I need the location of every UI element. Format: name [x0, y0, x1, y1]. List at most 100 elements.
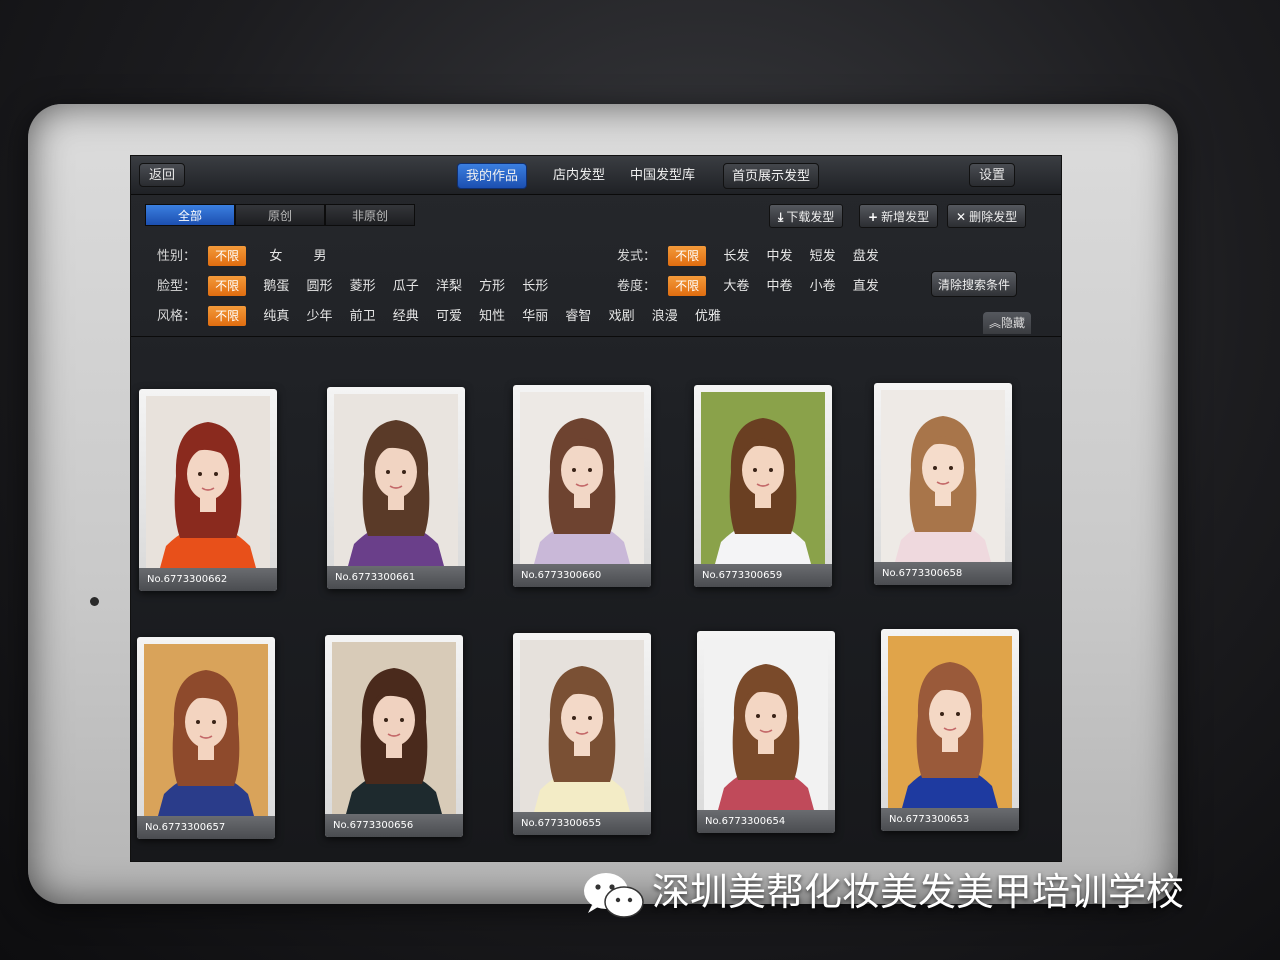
portrait-image [520, 392, 644, 564]
hairstyle-card[interactable]: No.6773300654 [697, 631, 835, 833]
segment-bar: 全部 原创 非原创 ⤓ 下载发型 + 新增发型 ✕ 删除发型 [131, 196, 1061, 234]
hairstyle-id-label: No.6773300659 [694, 564, 832, 587]
portrait-image [144, 644, 268, 816]
hairstyle-card[interactable]: No.6773300659 [694, 385, 832, 587]
hairstyle-id-label: No.6773300654 [697, 810, 835, 833]
filter-row-style: 风格： 不限 纯真 少年 前卫 经典 可爱 知性 华丽 睿智 戏剧 浪漫 优雅 [157, 306, 734, 326]
segment-all[interactable]: 全部 [145, 204, 235, 226]
filter-option[interactable]: 不限 [668, 276, 707, 296]
portrait-image [704, 638, 828, 810]
clear-filters-button[interactable]: 清除搜索条件 [931, 271, 1018, 297]
filter-option[interactable]: 长形 [522, 277, 548, 297]
hairstyle-id-label: No.6773300661 [327, 566, 465, 589]
hairstyle-card[interactable]: No.6773300660 [513, 385, 651, 587]
portrait-image [334, 394, 458, 566]
filter-option[interactable]: 直发 [853, 277, 879, 297]
filter-option[interactable]: 优雅 [695, 307, 721, 327]
filter-option[interactable]: 圆形 [306, 277, 332, 297]
tab-store-styles[interactable]: 店内发型 [545, 163, 613, 189]
filter-option[interactable]: 浪漫 [652, 307, 678, 327]
portrait-image [520, 640, 644, 812]
hairstyle-photo [146, 396, 270, 568]
filter-option[interactable]: 华丽 [522, 307, 548, 327]
tab-china-library[interactable]: 中国发型库 [622, 163, 703, 189]
wechat-icon [584, 872, 644, 918]
portrait-image [146, 396, 270, 568]
filter-option[interactable]: 洋梨 [436, 277, 462, 297]
back-button[interactable]: 返回 [139, 163, 186, 187]
hairstyle-id-label: No.6773300655 [513, 812, 651, 835]
app-screen: 返回 我的作品 店内发型 中国发型库 首页展示发型 设置 全部 原创 非原创 ⤓… [130, 155, 1062, 862]
filter-option[interactable]: 经典 [393, 307, 419, 327]
hairstyle-photo [144, 644, 268, 816]
filter-option[interactable]: 大卷 [723, 277, 749, 297]
hairstyle-id-label: No.6773300656 [325, 814, 463, 837]
hairstyle-id-label: No.6773300660 [513, 564, 651, 587]
portrait-image [881, 390, 1005, 562]
filter-option[interactable]: 中发 [766, 247, 792, 267]
tab-home-display[interactable]: 首页展示发型 [723, 163, 820, 189]
settings-button[interactable]: 设置 [969, 163, 1016, 187]
hairstyle-card[interactable]: No.6773300657 [137, 637, 275, 839]
tab-my-works[interactable]: 我的作品 [457, 163, 528, 189]
filter-row-hair: 发式： 不限 长发 中发 短发 盘发 [617, 246, 892, 266]
hairstyle-photo [701, 392, 825, 564]
segment-non-original[interactable]: 非原创 [325, 204, 415, 226]
hairstyle-id-label: No.6773300653 [881, 808, 1019, 831]
watermark: 深圳美帮化妆美发美甲培训学校 [580, 862, 1184, 922]
portrait-image [888, 636, 1012, 808]
hairstyle-photo [334, 394, 458, 566]
segment-original[interactable]: 原创 [235, 204, 325, 226]
hairstyle-card[interactable]: No.6773300658 [874, 383, 1012, 585]
filter-row-face: 脸型： 不限 鹅蛋 圆形 菱形 瓜子 洋梨 方形 长形 [157, 276, 561, 296]
filter-option[interactable]: 方形 [479, 277, 505, 297]
filter-row-gender: 性别： 不限 女 男 [157, 246, 339, 266]
filter-option[interactable]: 男 [313, 247, 326, 267]
chevron-up-icon: ︽ [989, 316, 1002, 330]
filter-option[interactable]: 前卫 [350, 307, 376, 327]
hide-filters-button[interactable]: ︽隐藏 [983, 312, 1032, 334]
delete-style-button[interactable]: ✕ 删除发型 [947, 204, 1027, 228]
hairstyle-card[interactable]: No.6773300653 [881, 629, 1019, 831]
hairstyle-card[interactable]: No.6773300662 [139, 389, 277, 591]
hairstyle-card[interactable]: No.6773300656 [325, 635, 463, 837]
filter-option[interactable]: 知性 [479, 307, 505, 327]
filter-option[interactable]: 短发 [810, 247, 836, 267]
filter-option[interactable]: 小卷 [810, 277, 836, 297]
hairstyle-photo [888, 636, 1012, 808]
top-nav-bar: 返回 我的作品 店内发型 中国发型库 首页展示发型 设置 [131, 156, 1061, 195]
filter-option[interactable]: 瓜子 [393, 277, 419, 297]
close-icon: ✕ [956, 210, 967, 224]
filter-option[interactable]: 睿智 [565, 307, 591, 327]
filter-option[interactable]: 少年 [306, 307, 332, 327]
add-style-button[interactable]: + 新增发型 [859, 204, 939, 228]
hairstyle-card[interactable]: No.6773300655 [513, 633, 651, 835]
filter-option[interactable]: 长发 [723, 247, 749, 267]
filter-option[interactable]: 不限 [208, 246, 247, 266]
hairstyle-photo [520, 392, 644, 564]
filter-option[interactable]: 可爱 [436, 307, 462, 327]
camera-dot [90, 597, 99, 606]
filter-option[interactable]: 鹅蛋 [263, 277, 289, 297]
hairstyle-photo [332, 642, 456, 814]
filter-option[interactable]: 盘发 [853, 247, 879, 267]
download-style-button[interactable]: ⤓ 下载发型 [769, 204, 844, 228]
filter-panel: 性别： 不限 女 男 脸型： 不限 鹅蛋 圆形 菱形 瓜子 洋梨 方形 长形 风… [131, 236, 1061, 337]
filter-row-curl: 卷度： 不限 大卷 中卷 小卷 直发 [617, 276, 892, 296]
filter-option[interactable]: 戏剧 [609, 307, 635, 327]
plus-icon: + [868, 210, 879, 224]
hairstyle-id-label: No.6773300662 [139, 568, 277, 591]
filter-option[interactable]: 纯真 [263, 307, 289, 327]
filter-option[interactable]: 不限 [668, 246, 707, 266]
hairstyle-id-label: No.6773300657 [137, 816, 275, 839]
portrait-image [701, 392, 825, 564]
filter-option[interactable]: 女 [269, 247, 282, 267]
filter-option[interactable]: 不限 [208, 306, 247, 326]
filter-option[interactable]: 菱形 [350, 277, 376, 297]
filter-option[interactable]: 不限 [208, 276, 247, 296]
hairstyle-card[interactable]: No.6773300661 [327, 387, 465, 589]
portrait-image [332, 642, 456, 814]
hairstyle-photo [881, 390, 1005, 562]
filter-option[interactable]: 中卷 [766, 277, 792, 297]
hairstyle-id-label: No.6773300658 [874, 562, 1012, 585]
